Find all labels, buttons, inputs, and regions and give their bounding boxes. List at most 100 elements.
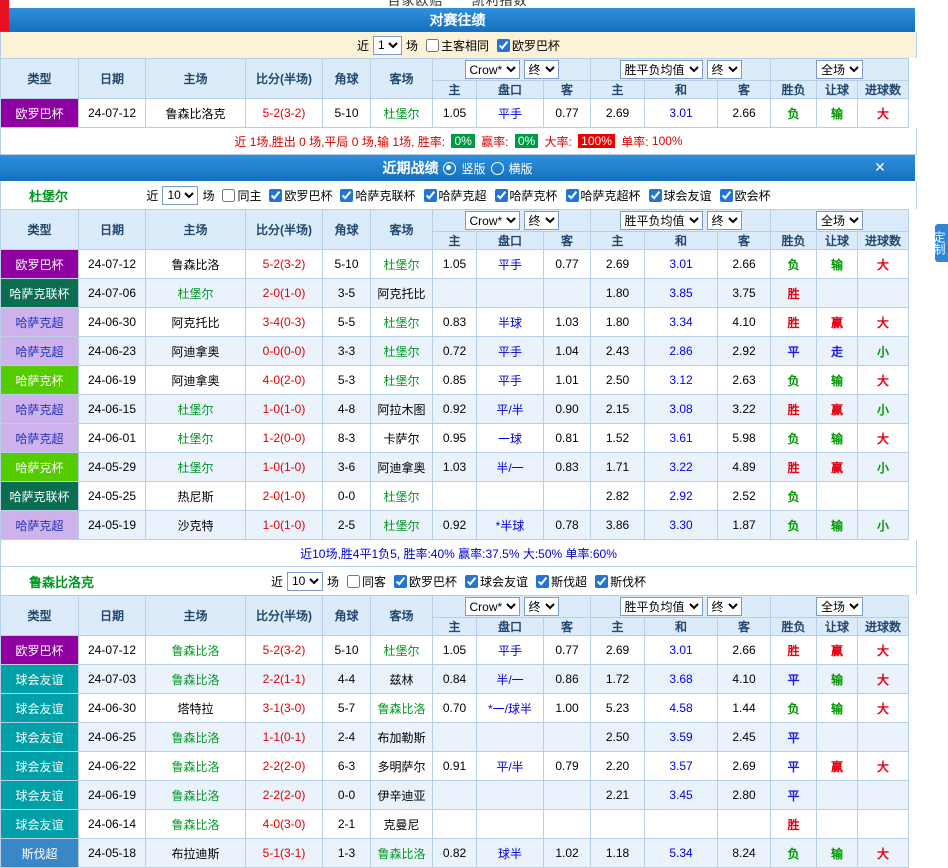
corners-cell: 6-3 (323, 752, 371, 781)
vertical-layout-radio[interactable] (443, 162, 456, 175)
filter-checkbox[interactable] (465, 575, 478, 588)
odds-source-select[interactable]: 终 (524, 60, 559, 79)
ah-line-cell: 平手 (477, 366, 544, 395)
filter-checkbox[interactable] (720, 189, 733, 202)
sub-column-header: 客 (544, 618, 591, 636)
h2h-title-bar: 对赛往绩 (0, 8, 915, 32)
league-filter[interactable]: 哈萨克超杯 (566, 187, 641, 204)
odds-source-select[interactable]: 终 (524, 211, 559, 230)
odds-source-select[interactable]: 终 (524, 597, 559, 616)
league-filter[interactable]: 哈萨克杯 (495, 187, 558, 204)
date-cell: 24-07-06 (79, 279, 146, 308)
same-venue-filter[interactable]: 同客 (347, 573, 386, 590)
league-filter[interactable]: 斯伐超 (536, 573, 587, 590)
ah-away-odds-cell: 1.00 (544, 694, 591, 723)
league-cell: 哈萨克超 (1, 511, 79, 540)
odds-source-select[interactable]: 全场 (816, 597, 863, 616)
over-under-cell: 小 (858, 453, 909, 482)
match-row: 斯伐超24-05-18布拉迪斯5-1(3-1)1-3鲁森比洛0.82球半1.02… (1, 839, 909, 868)
filter-checkbox[interactable] (426, 39, 439, 52)
match-count-select[interactable]: 10 (162, 186, 198, 205)
column-header: 类型 (1, 59, 79, 99)
ah-line-cell (477, 723, 544, 752)
filter-checkbox[interactable] (424, 189, 437, 202)
1x2-away-cell: 1.87 (718, 511, 771, 540)
odds-source-select[interactable]: 终 (707, 60, 742, 79)
horizontal-layout-radio[interactable] (491, 162, 504, 175)
league-filter[interactable]: 欧罗巴杯 (394, 573, 457, 590)
section-dubaoer-recent: 杜堡尔近10场同主欧罗巴杯哈萨克联杯哈萨克超哈萨克杯哈萨克超杯球会友谊欧会杯 类… (0, 181, 915, 567)
league-cell: 哈萨克超 (1, 337, 79, 366)
side-tab-label: 定制 (935, 231, 946, 255)
handicap-result-cell (817, 723, 858, 752)
1x2-draw-cell: 3.45 (645, 781, 718, 810)
league-filter[interactable]: 欧罗巴杯 (269, 187, 332, 204)
filter-checkbox[interactable] (497, 39, 510, 52)
odds-source-header: 全场 (771, 596, 909, 618)
odds-source-select[interactable]: 全场 (816, 60, 863, 79)
odds-source-select[interactable]: 胜平负均值 (620, 597, 703, 616)
league-filter[interactable]: 球会友谊 (465, 573, 528, 590)
ah-away-odds-cell: 0.83 (544, 453, 591, 482)
sub-column-header: 胜负 (771, 232, 817, 250)
ah-away-odds-cell: 0.77 (544, 250, 591, 279)
filter-checkbox[interactable] (347, 575, 360, 588)
close-icon[interactable]: ✕ (871, 158, 889, 176)
1x2-away-cell: 2.52 (718, 482, 771, 511)
sub-column-header: 进球数 (858, 81, 909, 99)
corners-cell: 5-3 (323, 366, 371, 395)
column-header: 角球 (323, 59, 371, 99)
home-team-cell: 沙克特 (146, 511, 246, 540)
side-tab[interactable]: 定制 (935, 224, 948, 262)
1x2-away-cell: 2.66 (718, 250, 771, 279)
match-row: 欧罗巴杯24-07-12鲁森比洛5-2(3-2)5-10杜堡尔1.05平手0.7… (1, 250, 909, 279)
ah-home-odds-cell: 0.95 (433, 424, 477, 453)
ah-line-cell: 平/半 (477, 752, 544, 781)
filter-checkbox[interactable] (222, 189, 235, 202)
league-cell: 球会友谊 (1, 781, 79, 810)
filter-checkbox[interactable] (269, 189, 282, 202)
filter-checkbox[interactable] (566, 189, 579, 202)
match-count-select[interactable]: 10 (287, 572, 323, 591)
league-filter[interactable]: 斯伐杯 (595, 573, 646, 590)
odds-source-select[interactable]: 终 (707, 597, 742, 616)
odds-source-select[interactable]: 终 (707, 211, 742, 230)
filter-checkbox[interactable] (340, 189, 353, 202)
corners-cell: 5-10 (323, 250, 371, 279)
over-under-cell (858, 810, 909, 839)
filter-checkbox[interactable] (394, 575, 407, 588)
league-filter[interactable]: 欧罗巴杯 (497, 37, 560, 54)
ah-line-cell (477, 279, 544, 308)
odds-source-select[interactable]: 全场 (816, 211, 863, 230)
filter-checkbox[interactable] (495, 189, 508, 202)
result-cell: 负 (771, 250, 817, 279)
1x2-home-cell: 2.20 (591, 752, 645, 781)
1x2-draw-cell (645, 810, 718, 839)
same-venue-filter[interactable]: 主客相同 (426, 37, 489, 54)
filter-checkbox[interactable] (595, 575, 608, 588)
score-cell: 5-2(3-2) (246, 636, 323, 665)
result-cell: 负 (771, 366, 817, 395)
1x2-away-cell: 4.89 (718, 453, 771, 482)
filter-checkbox[interactable] (536, 575, 549, 588)
odds-source-select[interactable]: Crow* (465, 597, 520, 616)
match-row: 欧罗巴杯24-07-12鲁森比洛克5-2(3-2)5-10杜堡尔1.05平手0.… (1, 99, 909, 128)
ah-away-odds-cell (544, 279, 591, 308)
league-filter[interactable]: 哈萨克超 (424, 187, 487, 204)
ah-home-odds-cell: 0.84 (433, 665, 477, 694)
away-team-cell: 卡萨尔 (371, 424, 433, 453)
league-filter[interactable]: 球会友谊 (649, 187, 712, 204)
league-filter[interactable]: 欧会杯 (720, 187, 771, 204)
score-cell: 1-1(0-1) (246, 723, 323, 752)
ah-home-odds-cell: 1.05 (433, 250, 477, 279)
ah-away-odds-cell: 0.77 (544, 636, 591, 665)
odds-source-select[interactable]: Crow* (465, 211, 520, 230)
league-filter[interactable]: 哈萨克联杯 (340, 187, 415, 204)
filter-checkbox[interactable] (649, 189, 662, 202)
odds-source-select[interactable]: 胜平负均值 (620, 211, 703, 230)
match-count-select[interactable]: 1 (373, 36, 402, 55)
handicap-result-cell (817, 810, 858, 839)
odds-source-select[interactable]: 胜平负均值 (620, 60, 703, 79)
odds-source-select[interactable]: Crow* (465, 60, 520, 79)
same-venue-filter[interactable]: 同主 (222, 187, 261, 204)
